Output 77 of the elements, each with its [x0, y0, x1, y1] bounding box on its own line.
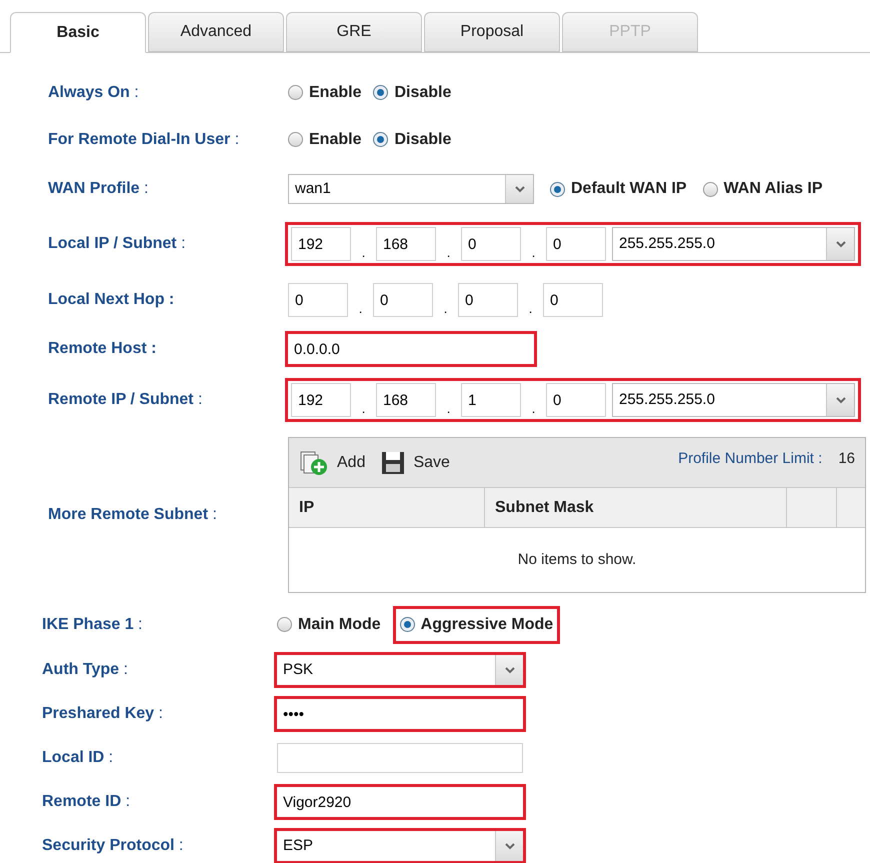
radio-label: Enable	[309, 82, 362, 102]
field-label: Security Protocol :	[42, 836, 184, 856]
caret-icon	[514, 186, 524, 192]
radio-label: Main Mode	[298, 614, 381, 634]
radio-label: Disable	[394, 130, 452, 150]
radio-label: Disable	[394, 82, 452, 102]
select-field[interactable]: 255.255.255.0	[612, 227, 855, 261]
radio-label: Default WAN IP	[571, 179, 687, 199]
dot-separator: .	[358, 302, 364, 317]
radio-button[interactable]	[550, 182, 565, 196]
add-button[interactable]: Add	[299, 450, 366, 476]
dot-separator: .	[530, 246, 536, 261]
ip-octet-field[interactable]: 0	[546, 383, 606, 417]
field-label: Remote ID :	[42, 792, 132, 812]
radio-button[interactable]	[288, 85, 303, 100]
dropdown-button[interactable]	[495, 655, 523, 685]
field-label: Local Next Hop :	[48, 290, 176, 310]
field-label: Remote Host :	[48, 339, 158, 359]
ip-octet-field[interactable]: 0	[373, 283, 433, 317]
field-label: Remote IP / Subnet :	[48, 390, 204, 410]
field-label: Local IP / Subnet :	[48, 234, 187, 254]
field-label: WAN Profile :	[48, 179, 150, 199]
radio-button[interactable]	[373, 85, 388, 100]
ip-octet-field[interactable]: 168	[376, 227, 436, 261]
caret-icon	[504, 666, 514, 674]
caret-icon	[836, 396, 846, 404]
radio-button[interactable]	[277, 617, 292, 632]
dropdown-button[interactable]	[495, 831, 523, 861]
ip-octet-field[interactable]: 0	[458, 283, 518, 317]
dot-separator: .	[360, 246, 366, 261]
ip-octet-field[interactable]: 1	[461, 383, 521, 417]
radio-button[interactable]	[373, 132, 388, 147]
save-button[interactable]: Save	[381, 450, 450, 474]
radio-label: Enable	[309, 130, 362, 150]
ip-octet-field[interactable]: 0	[288, 283, 348, 317]
field-label: Local ID :	[42, 748, 114, 768]
field-label: IKE Phase 1 :	[42, 614, 144, 634]
radio-button[interactable]	[400, 617, 415, 632]
field-label: Always On :	[48, 82, 140, 102]
dot-separator: .	[442, 302, 448, 317]
radio-button[interactable]	[702, 182, 718, 196]
dot-separator: .	[446, 246, 452, 261]
tab[interactable]: Advanced	[148, 12, 284, 52]
tab[interactable]: Proposal	[424, 12, 560, 52]
ip-octet-field[interactable]: 0	[543, 283, 603, 317]
dropdown-button[interactable]	[505, 175, 533, 203]
dropdown-button[interactable]	[826, 384, 854, 416]
ip-octet-field[interactable]: 0	[461, 227, 521, 261]
dot-separator: .	[446, 402, 452, 417]
dot-separator: .	[360, 402, 366, 417]
column-header: IP	[289, 488, 485, 527]
column-header: Subnet Mask	[485, 488, 787, 527]
ip-octet-field[interactable]: 192	[291, 227, 351, 261]
dropdown-button[interactable]	[826, 228, 854, 260]
ip-octet-field[interactable]: 192	[291, 383, 351, 417]
radio-label: Aggressive Mode	[420, 614, 554, 634]
tab[interactable]: GRE	[286, 12, 422, 52]
limit-label: Profile Number Limit :	[678, 449, 822, 469]
select-field[interactable]: wan1	[288, 174, 534, 204]
empty-message: No items to show.	[518, 550, 636, 570]
radio-button[interactable]	[288, 132, 303, 147]
dot-separator: .	[528, 302, 534, 317]
caret-icon	[504, 842, 514, 850]
dot-separator: .	[530, 402, 536, 417]
tab[interactable]: Basic	[10, 12, 146, 53]
add-document-icon	[299, 450, 329, 476]
ip-octet-field[interactable]: 0	[546, 227, 606, 261]
ip-octet-field[interactable]: 168	[376, 383, 436, 417]
limit-value: 16	[838, 449, 855, 469]
field-label: Auth Type :	[42, 660, 129, 680]
text-field[interactable]	[277, 743, 523, 773]
field-label: For Remote Dial-In User :	[48, 130, 240, 150]
select-field[interactable]: 255.255.255.0	[612, 383, 855, 417]
caret-icon	[836, 240, 846, 248]
field-label: More Remote Subnet :	[48, 505, 218, 525]
radio-label: WAN Alias IP	[724, 179, 823, 199]
field-label: Preshared Key :	[42, 704, 164, 724]
